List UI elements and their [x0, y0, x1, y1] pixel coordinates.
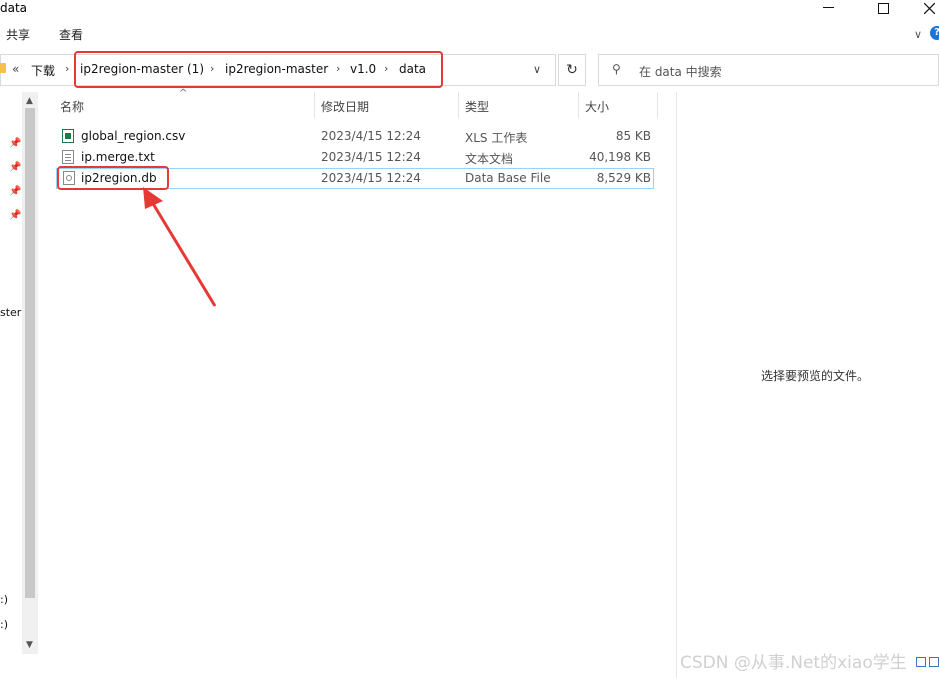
tab-share[interactable]: 共享	[6, 26, 30, 43]
file-size: 40,198 KB	[589, 150, 651, 164]
close-icon	[923, 2, 935, 14]
chevron-right-icon[interactable]: ›	[65, 62, 69, 75]
help-icon[interactable]: ?	[930, 26, 939, 40]
maximize-button[interactable]	[860, 0, 906, 16]
column-header-size[interactable]: 大小	[585, 98, 609, 115]
file-type: XLS 工作表	[465, 131, 528, 145]
search-icon: ⚲	[612, 62, 621, 76]
scroll-up-icon[interactable]: ▲	[26, 96, 33, 106]
file-row-ip-merge[interactable]: ip.merge.txt 2023/4/15 12:24 文本文档 40,198…	[56, 147, 654, 168]
breadcrumb-overflow[interactable]: «	[12, 62, 19, 76]
chevron-down-icon[interactable]: ∨	[914, 28, 922, 41]
column-divider[interactable]	[314, 92, 315, 118]
text-file-icon	[62, 150, 74, 164]
nav-item[interactable]: ster	[0, 306, 21, 319]
refresh-icon: ↻	[566, 62, 578, 78]
refresh-button[interactable]: ↻	[558, 54, 586, 86]
column-header-type[interactable]: 类型	[465, 98, 489, 115]
scroll-down-icon[interactable]: ▼	[26, 640, 33, 650]
tab-view[interactable]: 查看	[59, 26, 83, 43]
file-date: 2023/4/15 12:24	[321, 171, 421, 185]
file-name: ip.merge.txt	[81, 150, 155, 164]
file-type: 文本文档	[465, 152, 514, 166]
arrow-annotation-icon	[143, 187, 217, 307]
preview-message: 选择要预览的文件。	[761, 369, 870, 383]
nav-item[interactable]: :)	[0, 593, 8, 606]
folder-icon	[0, 63, 6, 73]
column-divider[interactable]	[458, 92, 459, 118]
file-date: 2023/4/15 12:24	[321, 150, 421, 164]
file-row-global-region[interactable]: global_region.csv 2023/4/15 12:24 XLS 工作…	[56, 126, 654, 147]
close-button[interactable]	[906, 0, 939, 16]
column-header-name[interactable]: 名称	[60, 98, 84, 115]
file-name: global_region.csv	[81, 129, 186, 143]
minimize-button[interactable]	[805, 0, 851, 16]
nav-item[interactable]: :)	[0, 618, 8, 631]
file-type: Data Base File	[465, 171, 551, 185]
pin-icon: 📌	[9, 186, 22, 197]
preview-divider[interactable]	[676, 92, 677, 678]
pin-icon: 📌	[9, 210, 22, 221]
watermark: CSDN @从事.Net的xiao学生	[680, 653, 907, 673]
maximize-icon	[877, 2, 889, 14]
pin-icon: 📌	[9, 162, 22, 173]
file-date: 2023/4/15 12:24	[321, 129, 421, 143]
window-title: data	[0, 1, 28, 15]
column-header-date[interactable]: 修改日期	[321, 98, 369, 115]
address-dropdown-icon[interactable]: ∨	[533, 63, 541, 76]
column-divider[interactable]	[657, 92, 658, 118]
large-icons-view-icon[interactable]	[929, 657, 939, 667]
minimize-icon	[822, 7, 834, 8]
excel-file-icon	[62, 129, 74, 143]
address-highlight-box	[74, 51, 443, 88]
nav-scrollbar-thumb[interactable]	[25, 108, 35, 598]
sort-ascending-icon: ^	[179, 88, 188, 99]
search-placeholder: 在 data 中搜索	[639, 65, 722, 79]
file-size: 8,529 KB	[596, 171, 651, 185]
breadcrumb-downloads[interactable]: 下载	[31, 62, 55, 79]
details-view-icon[interactable]	[916, 657, 926, 667]
column-divider[interactable]	[578, 92, 579, 118]
pin-icon: 📌	[9, 138, 22, 149]
file-size: 85 KB	[615, 129, 651, 143]
